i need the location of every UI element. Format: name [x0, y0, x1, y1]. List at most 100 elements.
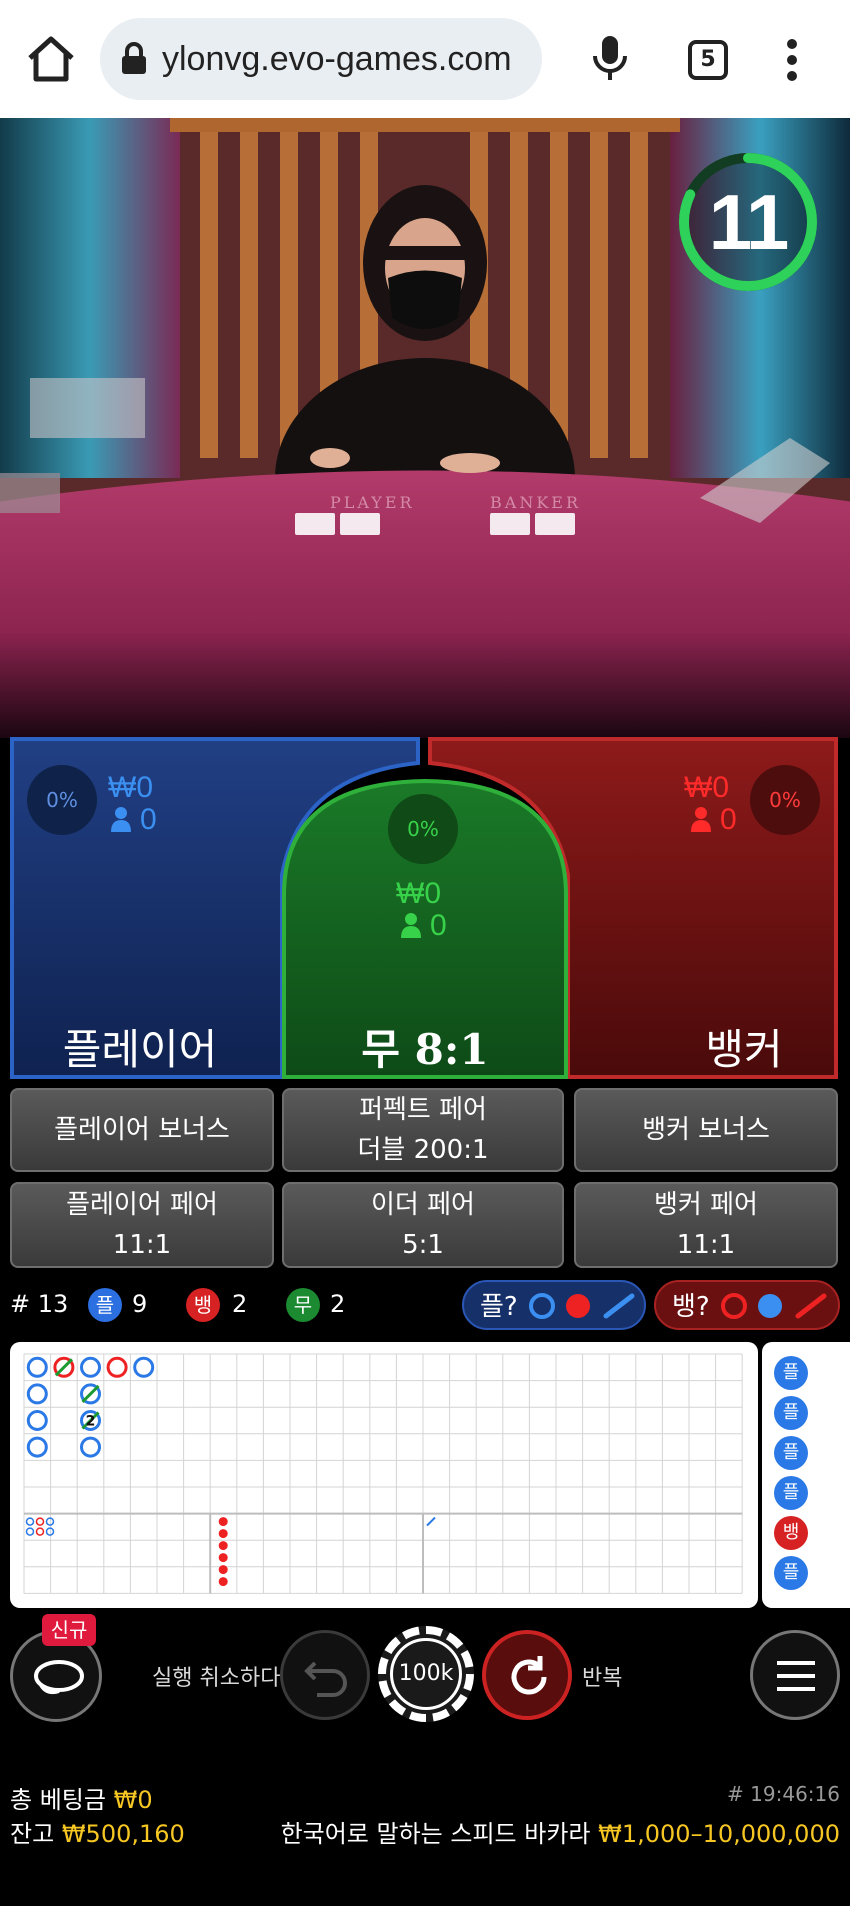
- perfect-pair-odds: 더블 200:1: [357, 1135, 489, 1165]
- road-player-mark: [26, 1383, 48, 1405]
- small-road-mark: [35, 1527, 45, 1536]
- player-amount: ₩0: [108, 771, 153, 804]
- player-bonus-bet[interactable]: 플레이어 보너스: [10, 1088, 274, 1172]
- banker-count: 0: [720, 803, 737, 836]
- lock-icon: [122, 42, 146, 74]
- cockroach-road-mark: [426, 1516, 436, 1527]
- balance: 잔고 ₩500,160: [10, 1814, 185, 1849]
- balance-label: 잔고: [10, 1820, 55, 1848]
- tie-pct-circle: 0%: [388, 794, 458, 864]
- round-number: # 13: [10, 1290, 69, 1318]
- small-road-mark: [45, 1527, 55, 1536]
- chip-value: 100k: [390, 1638, 462, 1710]
- game-name: 한국어로 말하는 스피드 바카라: [280, 1820, 591, 1848]
- tabs-icon[interactable]: 5: [688, 40, 728, 80]
- banker-bonus-label: 뱅커 보너스: [642, 1115, 770, 1145]
- banker-win-badge: 뱅: [186, 1288, 220, 1322]
- clock-time: # 19:46:16: [727, 1782, 840, 1806]
- small-road-mark: [35, 1517, 45, 1526]
- player-pair-label: 플레이어 페어: [66, 1190, 218, 1220]
- either-pair-odds: 5:1: [402, 1230, 444, 1260]
- banker-pair-label: 뱅커 페어: [654, 1190, 758, 1220]
- tie-user-icon: [401, 913, 421, 938]
- bead-road-item: 플: [774, 1356, 808, 1390]
- road-player-mark: [26, 1410, 48, 1431]
- tie-win-count: 2: [330, 1290, 346, 1318]
- tie-amount: ₩0: [396, 877, 441, 910]
- bead-road-item: 플: [774, 1436, 808, 1470]
- banker-predict-symbols: [721, 1293, 827, 1319]
- road-player-mark: [133, 1356, 155, 1378]
- url-text: ylonvg.evo-games.com: [162, 40, 512, 78]
- repeat-label: 반복: [582, 1666, 623, 1691]
- road-tie-count: 2: [86, 1414, 96, 1430]
- banker-pair-odds: 11:1: [676, 1230, 736, 1260]
- table-player-text: PLAYER: [330, 493, 415, 512]
- more-vert-icon[interactable]: [780, 38, 804, 82]
- bet-limits: ₩1,000–10,000,000: [598, 1820, 840, 1848]
- new-badge: 신규: [42, 1614, 96, 1646]
- bead-road[interactable]: 플플플플뱅플: [762, 1342, 850, 1608]
- game-info: 한국어로 말하는 스피드 바카라 ₩1,000–10,000,000: [281, 1814, 840, 1849]
- repeat-icon: [511, 1656, 547, 1695]
- banker-pct-circle: 0%: [750, 765, 820, 835]
- road-player-mark: [26, 1436, 48, 1458]
- menu-button[interactable]: [750, 1630, 840, 1720]
- table-banker-text: BANKER: [490, 493, 581, 512]
- banker-label: 뱅커: [705, 1025, 783, 1074]
- road-player-mark: [26, 1356, 48, 1378]
- perfect-pair-label: 퍼펙트 페어: [359, 1095, 487, 1125]
- player-predict-symbols: [529, 1293, 635, 1319]
- repeat-button[interactable]: [482, 1630, 572, 1720]
- bead-road-item: 플: [774, 1396, 808, 1430]
- small-road-dot: [218, 1517, 228, 1527]
- small-road-mark: [25, 1517, 35, 1526]
- small-road-dot: [218, 1577, 228, 1587]
- banker-pair-bet[interactable]: 뱅커 페어 11:1: [574, 1182, 838, 1268]
- tie-label: 무 8:1: [361, 1025, 489, 1074]
- either-pair-label: 이더 페어: [371, 1190, 475, 1220]
- banker-win-count: 2: [232, 1290, 248, 1318]
- player-win-count: 9: [132, 1290, 148, 1318]
- perfect-pair-bet[interactable]: 퍼펙트 페어 더블 200:1: [282, 1088, 564, 1172]
- microphone-icon[interactable]: [590, 34, 630, 84]
- small-road-mark: [25, 1527, 35, 1536]
- player-win-badge: 플: [88, 1288, 122, 1322]
- banker-amount: ₩0: [684, 771, 729, 804]
- player-bonus-label: 플레이어 보너스: [54, 1115, 230, 1145]
- banker-predict-button[interactable]: 뱅?: [654, 1280, 840, 1330]
- undo-button[interactable]: [280, 1630, 370, 1720]
- total-bet-value: ₩0: [113, 1786, 153, 1814]
- scoreboard-road[interactable]: 2: [10, 1342, 758, 1608]
- browser-toolbar: ylonvg.evo-games.com 5: [0, 0, 850, 118]
- player-label: 플레이어: [62, 1025, 218, 1074]
- small-road-dot: [218, 1529, 228, 1539]
- either-pair-bet[interactable]: 이더 페어 5:1: [282, 1182, 564, 1268]
- banker-predict-label: 뱅?: [672, 1292, 710, 1322]
- player-user-icon: [111, 807, 131, 832]
- total-bet-label: 총 베팅금: [10, 1786, 106, 1814]
- banker-bonus-bet[interactable]: 뱅커 보너스: [574, 1088, 838, 1172]
- home-icon[interactable]: [24, 32, 78, 86]
- player-count: 0: [140, 803, 157, 836]
- chip-selector[interactable]: 100k: [378, 1626, 474, 1722]
- player-pair-bet[interactable]: 플레이어 페어 11:1: [10, 1182, 274, 1268]
- url-bar[interactable]: ylonvg.evo-games.com: [100, 18, 542, 100]
- player-predict-button[interactable]: 플?: [462, 1280, 646, 1330]
- road-player-mark: [80, 1436, 101, 1458]
- undo-label: 실행 취소하다: [152, 1666, 281, 1691]
- balance-value: ₩500,160: [61, 1820, 185, 1848]
- road-banker-mark: [106, 1356, 128, 1378]
- bead-road-item: 플: [774, 1556, 808, 1590]
- undo-icon: [304, 1661, 347, 1697]
- big-road-grid: 2: [23, 1353, 743, 1594]
- total-bet: 총 베팅금 ₩0: [10, 1780, 153, 1815]
- banker-user-icon: [691, 807, 711, 832]
- bead-road-item: 플: [774, 1476, 808, 1510]
- countdown-timer-value: 11: [708, 178, 789, 266]
- player-predict-label: 플?: [480, 1292, 518, 1322]
- small-road-dot: [218, 1565, 228, 1575]
- player-pair-odds: 11:1: [112, 1230, 172, 1260]
- player-pct-circle: 0%: [27, 765, 97, 835]
- tie-count: 0: [430, 909, 447, 942]
